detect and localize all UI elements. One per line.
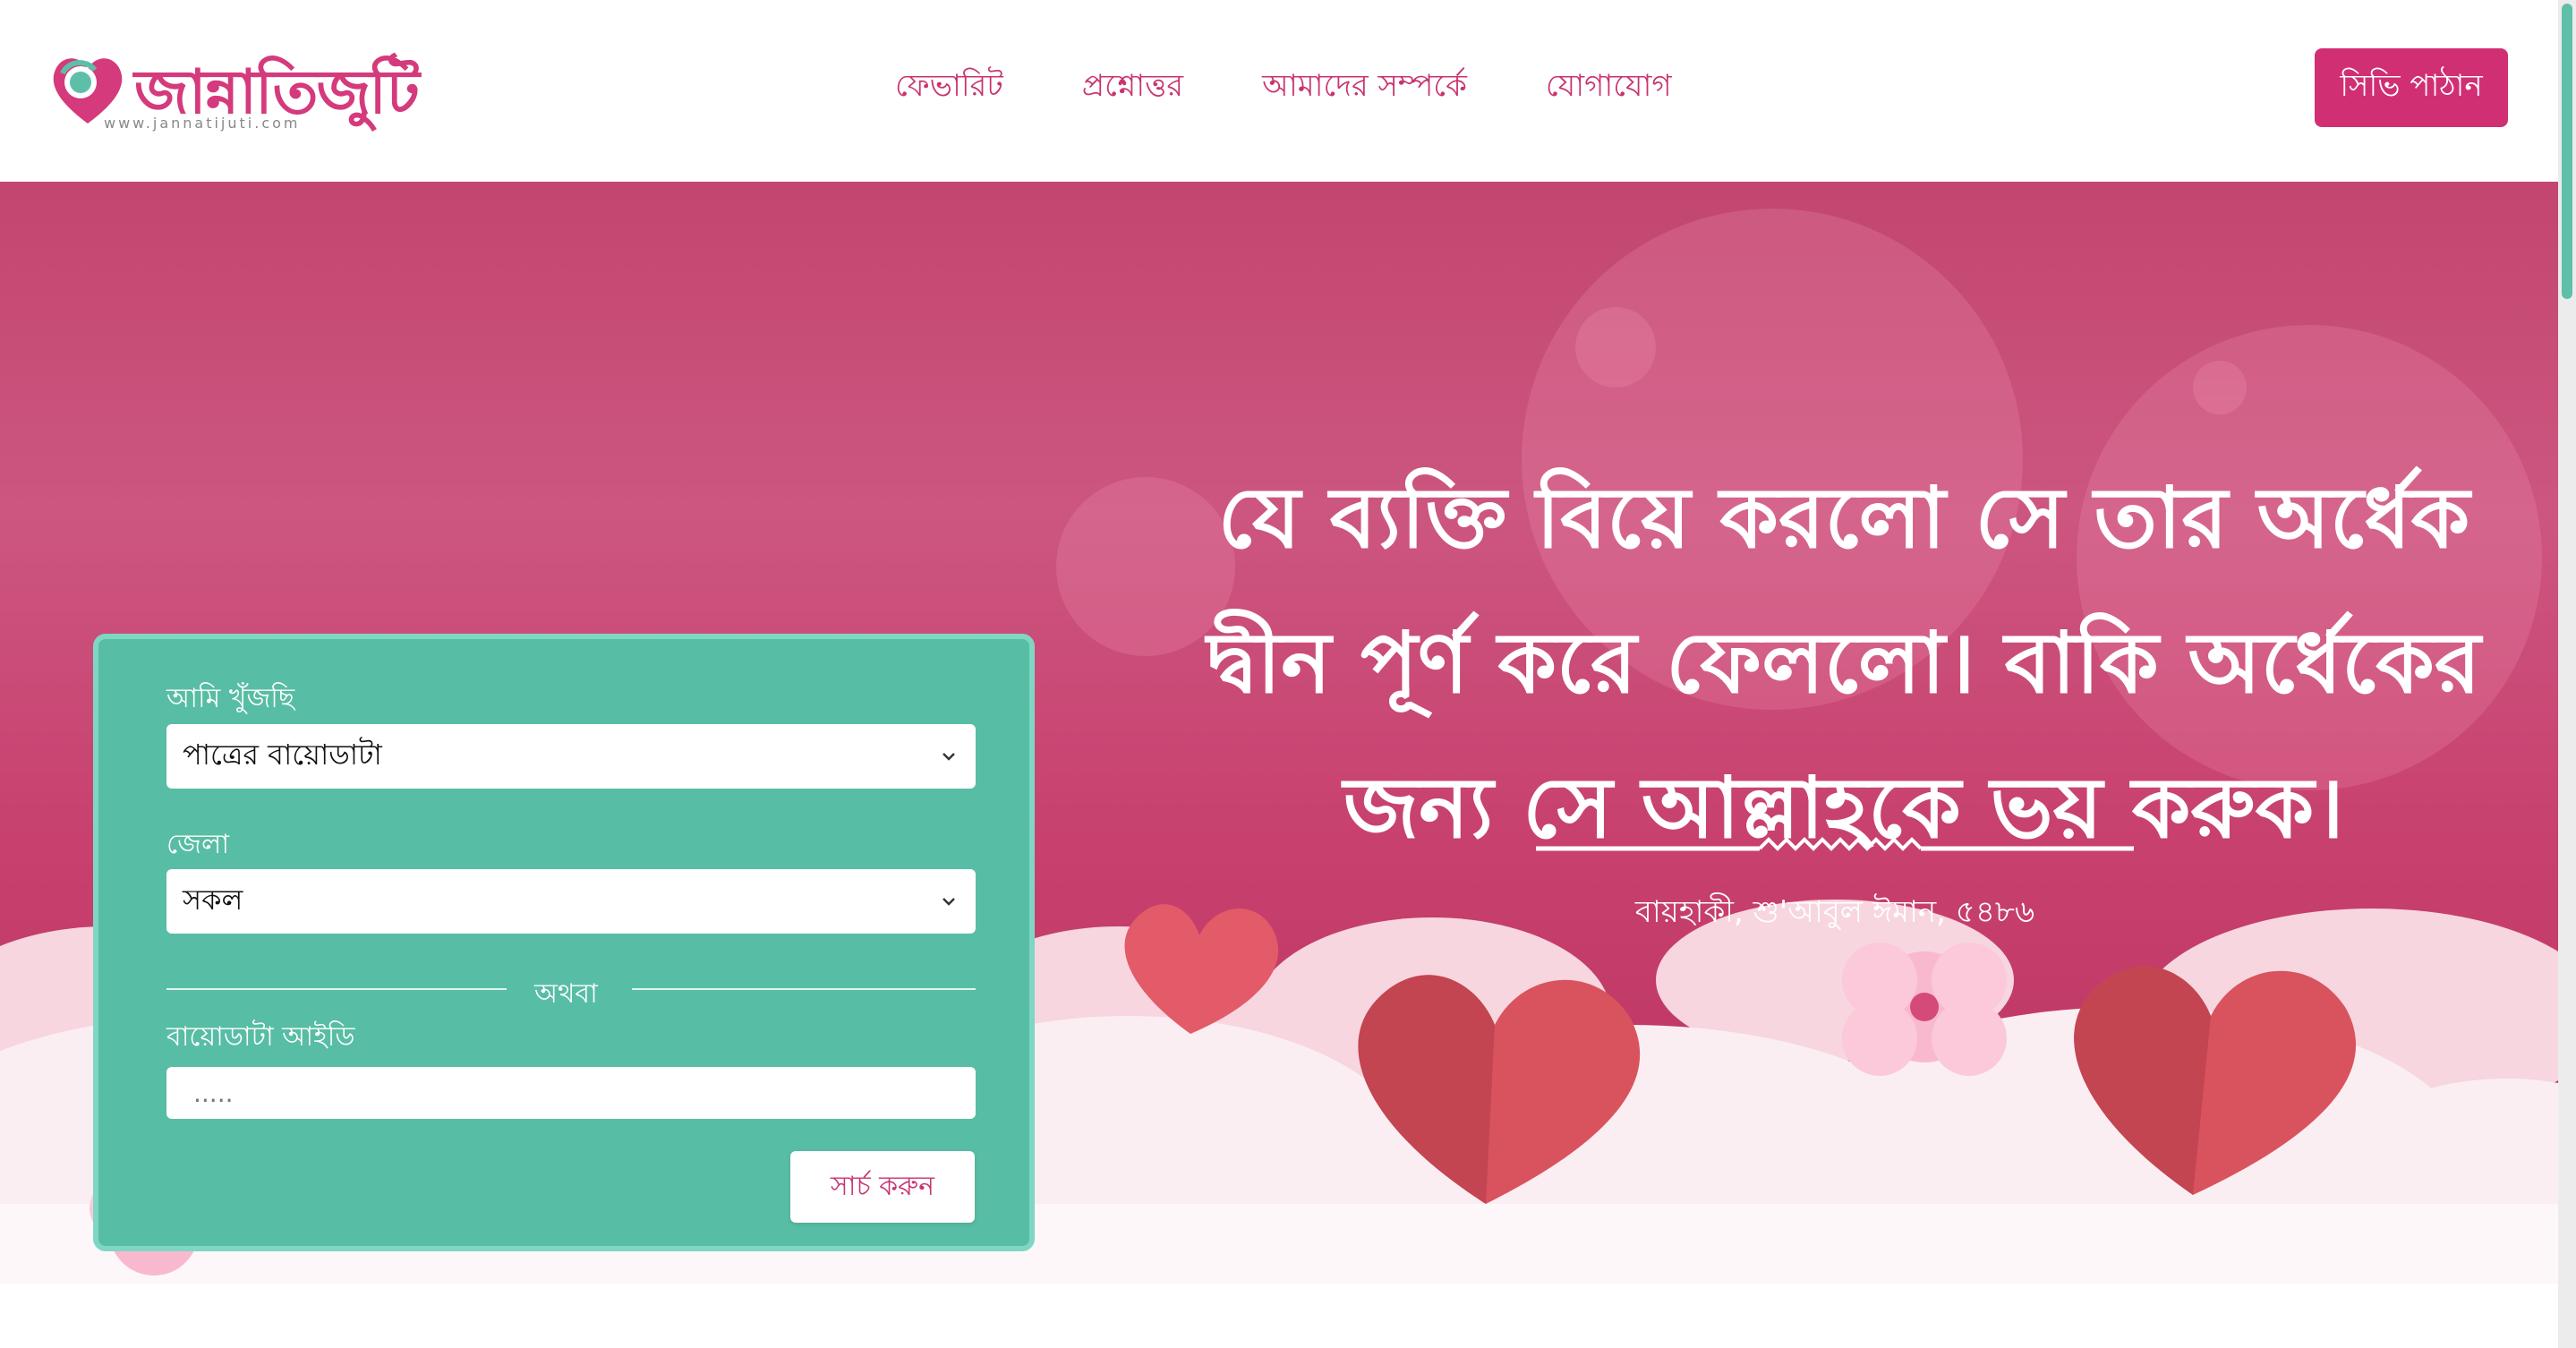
nav-favorites[interactable]: ফেভারিট [895,63,1003,114]
nav-contact[interactable]: যোগাযোগ [1546,63,1672,114]
biodata-id-label: বায়োডাটা আইডি [166,1021,355,1053]
hero-banner: আমি খুঁজছি পাত্রের বায়োডাটা জেলা সকল অথ… [0,182,2558,1284]
logo-url: www.jannatijuti.com [104,115,301,132]
looking-for-select[interactable]: পাত্রের বায়োডাটা [166,724,976,789]
site-header: জান্নাতিজুটি www.jannatijuti.com ফেভারিট… [0,0,2558,182]
quote-line: দ্বীন পূর্ণ করে ফেললো। বাকি অর্ধেকের [1207,614,2481,712]
quote-ornament-divider [1536,837,2134,851]
looking-for-value: পাত্রের বায়োডাটা [183,738,382,772]
hadith-quote: যে ব্যক্তি বিয়ে করলো সে তার অর্ধেক দ্বী… [1190,446,2497,881]
quote-line: যে ব্যক্তি বিয়ে করলো সে তার অর্ধেক [1217,469,2470,567]
search-button[interactable]: সার্চ করুন [790,1151,975,1223]
district-value: সকল [183,883,243,917]
district-label: জেলা [166,829,230,860]
site-logo[interactable]: জান্নাতিজুটি www.jannatijuti.com [45,43,420,132]
chevron-down-icon [943,753,955,761]
page-scrollbar[interactable] [2558,0,2576,1348]
chevron-down-icon [943,898,955,906]
divider-left [166,988,507,990]
biodata-id-input[interactable] [166,1067,976,1119]
send-cv-button[interactable]: সিভি পাঠান [2315,48,2508,127]
quote-source: বায়হাকী, শু'আবুল ঈমান, ৫৪৮৬ [1634,894,2035,930]
or-separator: অথবা [534,978,598,1010]
looking-for-label: আমি খুঁজছি [166,683,295,714]
main-nav: ফেভারিট প্রশ্নোত্তর আমাদের সম্পর্কে যোগা… [895,63,1751,114]
search-panel: আমি খুঁজছি পাত্রের বায়োডাটা জেলা সকল অথ… [93,634,1035,1251]
divider-right [632,988,976,990]
district-select[interactable]: সকল [166,869,976,934]
bokeh-decoration [1575,307,1656,388]
flower-decoration [1842,943,2007,1076]
page: জান্নাতিজুটি www.jannatijuti.com ফেভারিট… [0,0,2558,1348]
nav-about[interactable]: আমাদের সম্পর্কে [1262,63,1467,114]
scrollbar-thumb[interactable] [2562,4,2572,299]
nav-faq[interactable]: প্রশ্নোত্তর [1082,63,1183,114]
bokeh-decoration [2193,361,2247,414]
